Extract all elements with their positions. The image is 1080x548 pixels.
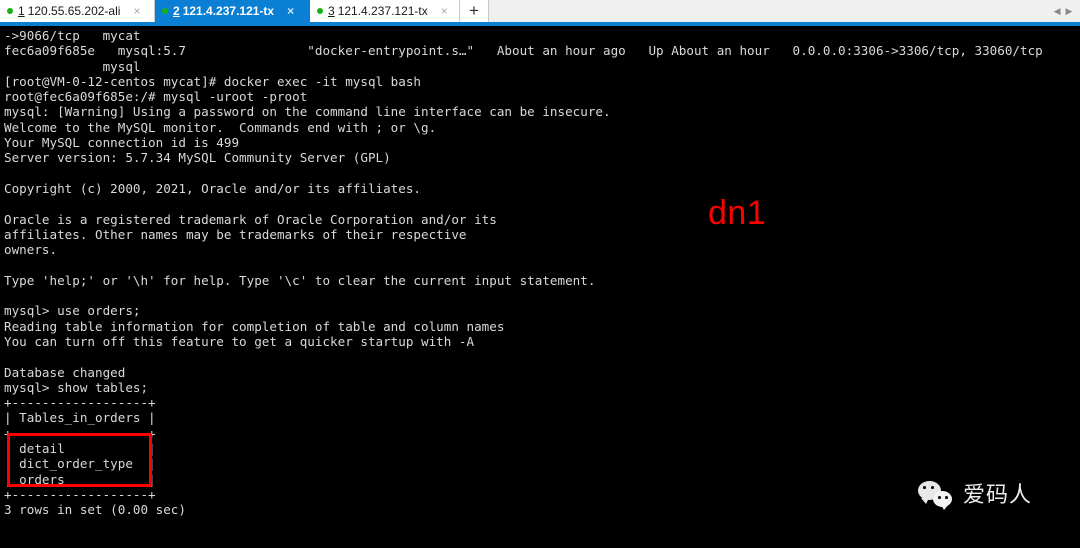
new-tab-button[interactable]: + <box>460 0 489 22</box>
tab-session-2[interactable]: 2 121.4.237.121-tx × <box>155 0 310 22</box>
chevron-right-icon[interactable]: ▶ <box>1066 6 1073 16</box>
terminal-line: | Tables_in_orders | <box>4 410 156 426</box>
close-icon-tab-1[interactable]: × <box>130 5 143 17</box>
tab-label-3: 121.4.237.121-tx <box>337 4 428 18</box>
terminal-line: mysql: [Warning] Using a password on the… <box>4 104 611 120</box>
terminal-line: +------------------+ <box>4 395 156 411</box>
terminal-line: root@fec6a09f685e:/# mysql -uroot -proot <box>4 89 308 105</box>
terminal-line: owners. <box>4 242 58 258</box>
terminal-line: Server version: 5.7.34 MySQL Community S… <box>4 150 391 166</box>
terminal-line: | dict_order_type | <box>4 456 156 472</box>
tab-scroll-controls[interactable]: ◀ ▶ <box>1046 0 1080 22</box>
terminal-line: You can turn off this feature to get a q… <box>4 333 475 349</box>
terminal-line: ->9066/tcp mycat <box>4 28 141 43</box>
terminal-line: Type 'help;' or '\h' for help. Type '\c'… <box>4 272 596 288</box>
terminal-line: +------------------+ <box>4 425 156 441</box>
terminal-line: Copyright (c) 2000, 2021, Oracle and/or … <box>4 180 422 196</box>
close-icon-tab-2[interactable]: × <box>284 5 297 17</box>
connection-status-dot-1 <box>7 8 13 14</box>
terminal-line: Oracle is a registered trademark of Orac… <box>4 211 497 227</box>
terminal-line: mysql> use orders; <box>4 303 141 319</box>
connection-status-dot-2 <box>162 8 168 14</box>
terminal-line: fec6a09f685e mysql:5.7 "docker-entrypoin… <box>4 43 1043 59</box>
annotation-label-dn1: dn1 <box>708 194 767 232</box>
tab-session-1[interactable]: 1 120.55.65.202-ali × <box>0 0 155 22</box>
wechat-icon <box>918 481 956 511</box>
connection-status-dot-3 <box>317 8 323 14</box>
chevron-left-icon[interactable]: ◀ <box>1054 6 1061 16</box>
tab-index-2: 2 <box>173 4 180 18</box>
terminal-line: | detail | <box>4 441 156 457</box>
tab-session-3[interactable]: 3 121.4.237.121-tx × <box>310 0 460 22</box>
watermark-text: 爱码人 <box>963 483 1033 508</box>
tab-label-2: 121.4.237.121-tx <box>182 4 275 18</box>
terminal-line: mysql <box>4 58 141 74</box>
terminal-line: affiliates. Other names may be trademark… <box>4 226 467 242</box>
terminal-line: [root@VM-0-12-centos mycat]# docker exec… <box>4 73 422 89</box>
watermark: 爱码人 <box>918 481 1032 511</box>
terminal-window: 1 120.55.65.202-ali × 2 121.4.237.121-tx… <box>0 0 1080 548</box>
terminal-line: mysql> show tables; <box>4 379 149 395</box>
terminal-line: Database changed <box>4 364 126 380</box>
terminal-line: Reading table information for completion… <box>4 318 505 334</box>
tab-label-1: 120.55.65.202-ali <box>27 4 121 18</box>
tab-index-3: 3 <box>328 4 335 18</box>
terminal-line: Welcome to the MySQL monitor. Commands e… <box>4 119 437 135</box>
tab-index-1: 1 <box>18 4 25 18</box>
tab-bar-empty-area <box>489 0 1046 22</box>
tab-bar: 1 120.55.65.202-ali × 2 121.4.237.121-tx… <box>0 0 1080 22</box>
terminal-line: Your MySQL connection id is 499 <box>4 135 240 151</box>
terminal-output[interactable]: ->9066/tcp mycat fec6a09f685e mysql:5.7 "… <box>0 26 1080 548</box>
close-icon-tab-3[interactable]: × <box>438 5 451 17</box>
annotation-highlight-box-tables <box>7 433 152 487</box>
